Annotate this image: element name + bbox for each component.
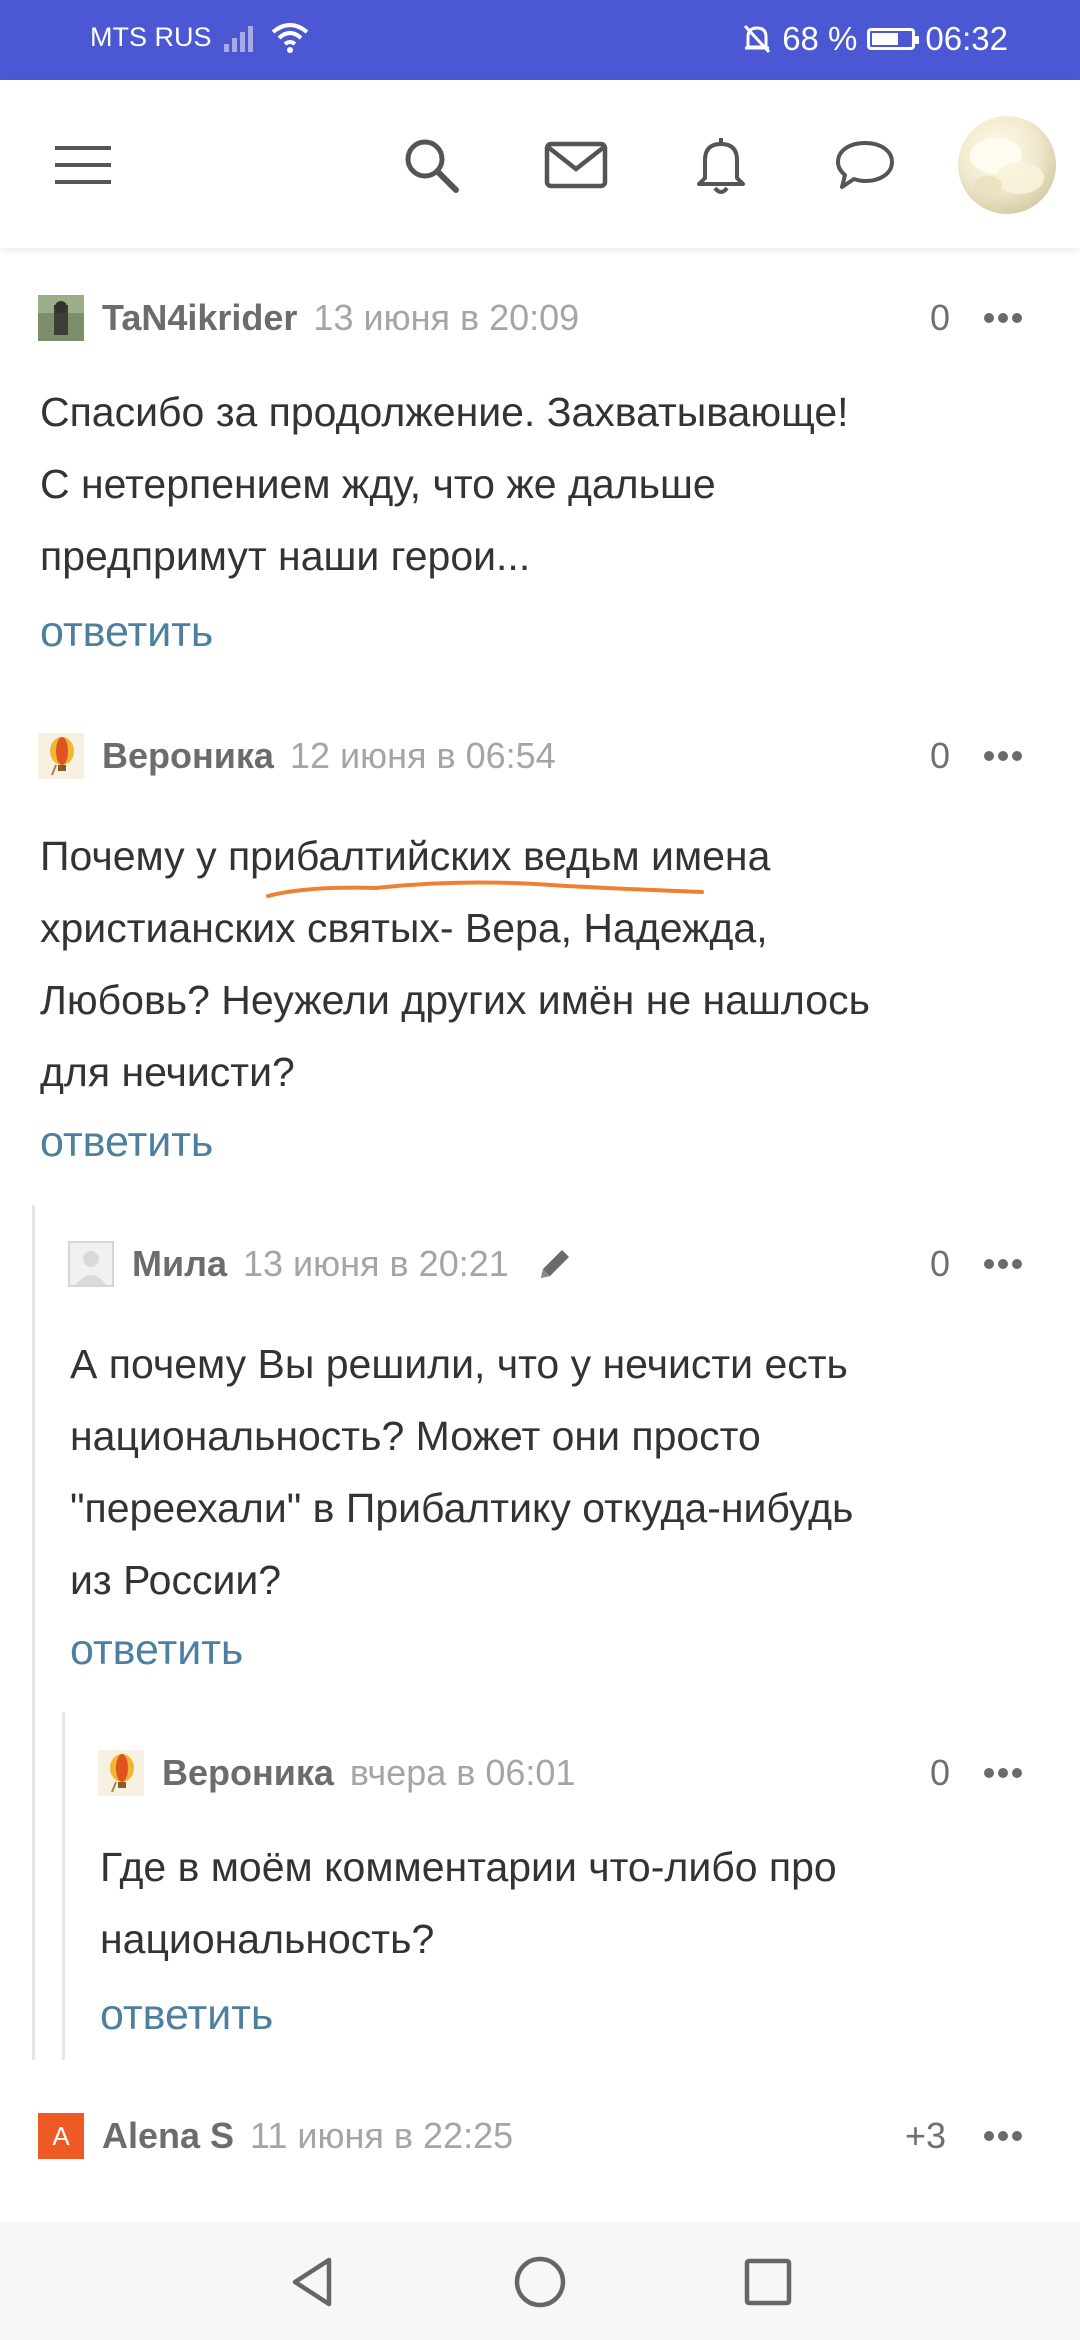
comment-line: для нечисти? xyxy=(40,1049,295,1095)
system-navigation-bar xyxy=(0,2222,1080,2340)
more-options-icon[interactable] xyxy=(984,2110,1022,2162)
comment-author[interactable]: Вероника xyxy=(102,735,274,777)
more-options-icon[interactable] xyxy=(984,1747,1022,1799)
signal-icon xyxy=(224,26,253,52)
avatar[interactable] xyxy=(38,733,84,779)
avatar[interactable] xyxy=(98,1750,144,1796)
comment-text: Спасибо за продолжение. Захватывающе! С … xyxy=(40,376,849,592)
more-options-icon[interactable] xyxy=(984,292,1022,344)
comment-date[interactable]: 13 июня в 20:21 xyxy=(243,1243,509,1285)
comment-line: С нетерпением жду, что же дальше xyxy=(40,461,716,507)
status-right: 68 % 06:32 xyxy=(742,20,1008,58)
comment-line: А почему Вы решили, что у нечисти есть xyxy=(70,1341,848,1387)
reply-link[interactable]: ответить xyxy=(40,608,213,657)
comment-line: Спасибо за продолжение. Захватывающе! xyxy=(40,389,849,435)
top-navigation xyxy=(0,80,1080,248)
thread-line-nested xyxy=(62,1712,65,2060)
comment-date[interactable]: 12 июня в 06:54 xyxy=(290,735,556,777)
edit-pencil-icon[interactable] xyxy=(535,1244,575,1284)
comment-score: +3 xyxy=(905,2115,947,2156)
status-bar: MTS RUS 68 % 06:32 xyxy=(0,0,1080,80)
thread-line xyxy=(32,1205,35,2060)
wifi-icon xyxy=(271,23,309,53)
battery-percent: 68 % xyxy=(782,20,858,57)
avatar[interactable] xyxy=(68,1241,114,1287)
clock: 06:32 xyxy=(925,20,1008,57)
reply-link[interactable]: ответить xyxy=(100,1991,273,2040)
comment-date[interactable]: вчера в 06:01 xyxy=(350,1752,576,1794)
comment-line: Где в моём комментарии что-либо про xyxy=(100,1844,837,1890)
underline-annotation xyxy=(266,880,704,898)
comment-line: национальность? xyxy=(100,1916,435,1962)
carrier-label: MTS RUS xyxy=(90,22,212,52)
bell-icon[interactable] xyxy=(686,130,756,200)
comment-line: из России? xyxy=(70,1557,282,1603)
mute-bell-icon xyxy=(744,24,771,54)
comment-score: 0 xyxy=(930,1752,951,1793)
comment-text: Почему у прибалтийских ведьм имена христ… xyxy=(40,820,870,1108)
comment-line: Любовь? Неужели других имён не нашлось xyxy=(40,977,870,1023)
comment-author[interactable]: Alena S xyxy=(102,2115,234,2157)
search-icon[interactable] xyxy=(396,130,466,200)
comment-score: 0 xyxy=(930,297,951,338)
chat-icon[interactable] xyxy=(830,130,900,200)
mail-icon[interactable] xyxy=(541,130,611,200)
comment-author[interactable]: Мила xyxy=(132,1243,227,1285)
avatar[interactable] xyxy=(38,295,84,341)
more-options-icon[interactable] xyxy=(984,1238,1022,1290)
avatar[interactable]: A xyxy=(38,2113,84,2159)
back-icon[interactable] xyxy=(285,2254,341,2310)
reply-link[interactable]: ответить xyxy=(40,1118,213,1167)
comment-author[interactable]: Вероника xyxy=(162,1752,334,1794)
home-icon[interactable] xyxy=(512,2254,568,2310)
reply-link[interactable]: ответить xyxy=(70,1626,243,1675)
comment-text: А почему Вы решили, что у нечисти есть н… xyxy=(70,1328,853,1616)
comment-date[interactable]: 11 июня в 22:25 xyxy=(250,2115,513,2157)
menu-icon[interactable] xyxy=(48,130,118,200)
comment-score: 0 xyxy=(930,1243,951,1284)
comment-author[interactable]: TaN4ikrider xyxy=(102,297,297,339)
comment-score: 0 xyxy=(930,735,951,776)
comment-line: национальность? Может они просто xyxy=(70,1413,761,1459)
comment-line: "переехали" в Прибалтику откуда-нибудь xyxy=(70,1485,854,1531)
user-avatar[interactable] xyxy=(958,116,1056,214)
more-options-icon[interactable] xyxy=(984,730,1022,782)
battery-icon xyxy=(867,28,920,50)
comment-text: Где в моём комментарии что-либо про наци… xyxy=(100,1831,837,1975)
comment-date[interactable]: 13 июня в 20:09 xyxy=(313,297,579,339)
recent-apps-icon[interactable] xyxy=(740,2254,796,2310)
comment-line: предпримут наши герои... xyxy=(40,533,531,579)
